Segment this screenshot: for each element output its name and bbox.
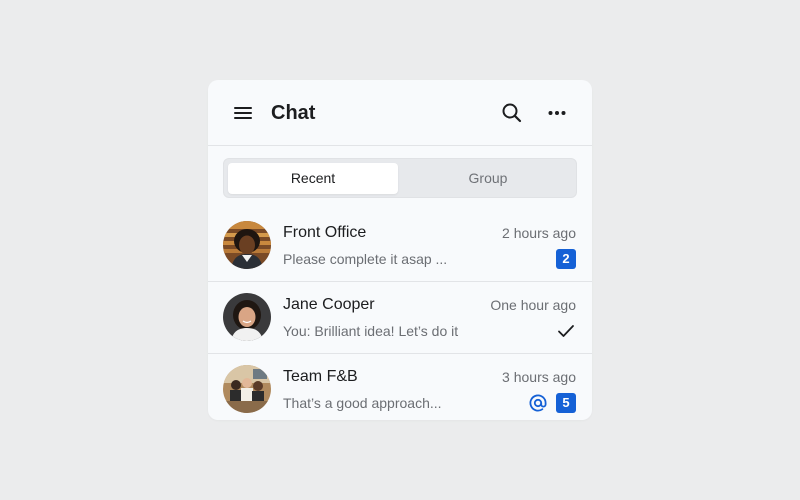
chat-header: Chat	[208, 80, 592, 146]
more-horizontal-icon[interactable]	[545, 101, 569, 125]
tab-group[interactable]: Group	[403, 163, 573, 194]
avatar	[223, 365, 271, 413]
search-icon[interactable]	[500, 101, 524, 125]
chat-time: 2 hours ago	[502, 225, 576, 241]
chat-preview: That’s a good approach...	[283, 395, 442, 411]
at-mention-icon	[528, 393, 548, 413]
chat-list: Front Office 2 hours ago Please complete…	[208, 210, 592, 420]
avatar	[223, 221, 271, 269]
unread-badge: 2	[556, 249, 576, 269]
hamburger-menu-icon[interactable]	[233, 104, 253, 122]
chat-preview: You: Brilliant idea! Let’s do it	[283, 323, 459, 339]
chat-row-team-fnb[interactable]: Team F&B 3 hours ago That’s a good appro…	[208, 354, 592, 420]
avatar	[223, 293, 271, 341]
page-title: Chat	[271, 102, 316, 124]
tab-recent[interactable]: Recent	[228, 163, 398, 194]
check-icon	[557, 323, 575, 339]
unread-badge: 5	[556, 393, 576, 413]
tab-switcher: Recent Group	[223, 158, 577, 198]
chat-name: Jane Cooper	[283, 296, 375, 313]
chat-name: Front Office	[283, 224, 367, 241]
chat-row-jane-cooper[interactable]: Jane Cooper One hour ago You: Brilliant …	[208, 282, 592, 354]
chat-panel: Chat Recent Group Front Office 2 hours a…	[208, 80, 592, 420]
chat-row-front-office[interactable]: Front Office 2 hours ago Please complete…	[208, 210, 592, 282]
chat-time: 3 hours ago	[502, 369, 576, 385]
chat-time: One hour ago	[490, 297, 576, 313]
chat-name: Team F&B	[283, 368, 358, 385]
chat-preview: Please complete it asap ...	[283, 251, 448, 267]
